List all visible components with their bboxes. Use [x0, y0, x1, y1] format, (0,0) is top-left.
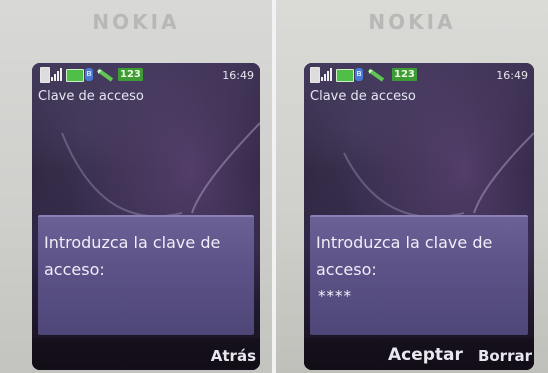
phone-screen: ʙ 123 16:49 Clave de acceso Introduzca l…: [304, 63, 534, 370]
phone-photo-left: NOKIA ʙ 123 16:49 Clave de acceso Introd…: [0, 0, 272, 373]
accept-softkey[interactable]: Aceptar: [388, 345, 463, 365]
message-icon: [336, 69, 354, 82]
status-bar: ʙ 123 16:49: [304, 63, 534, 87]
pen-input-icon: [367, 67, 385, 82]
nokia-logo: NOKIA: [92, 10, 180, 34]
status-bar: ʙ 123 16:49: [32, 63, 260, 87]
delete-softkey[interactable]: Borrar: [478, 347, 532, 365]
password-prompt: Introduzca la clave de acceso:: [316, 233, 493, 279]
numeric-mode-badge: 123: [118, 68, 143, 81]
message-icon: [66, 69, 84, 82]
battery-icon: [40, 67, 50, 83]
password-input[interactable]: ****: [318, 287, 352, 305]
signal-strength-icon: [321, 67, 335, 81]
battery-icon: [310, 67, 320, 83]
softkey-bar: Atrás: [32, 338, 260, 370]
numeric-mode-badge: 123: [392, 68, 417, 81]
bluetooth-icon: ʙ: [355, 68, 363, 81]
clock: 16:49: [496, 69, 528, 82]
password-dialog[interactable]: Introduzca la clave de acceso:: [38, 215, 254, 335]
password-prompt: Introduzca la clave de acceso:: [44, 233, 221, 279]
screen-title: Clave de acceso: [38, 89, 144, 104]
password-dialog[interactable]: Introduzca la clave de acceso: ****: [310, 215, 528, 335]
back-softkey[interactable]: Atrás: [211, 347, 256, 365]
bluetooth-icon: ʙ: [85, 68, 93, 81]
phone-photo-right: NOKIA ʙ 123 16:49 Clave de acceso Introd…: [276, 0, 548, 373]
pen-input-icon: [96, 67, 114, 82]
softkey-bar: Aceptar Borrar: [304, 338, 534, 370]
nokia-logo: NOKIA: [368, 10, 456, 34]
clock: 16:49: [222, 69, 254, 82]
screen-title: Clave de acceso: [310, 89, 416, 104]
phone-screen: ʙ 123 16:49 Clave de acceso Introduzca l…: [32, 63, 260, 370]
signal-strength-icon: [51, 67, 65, 81]
